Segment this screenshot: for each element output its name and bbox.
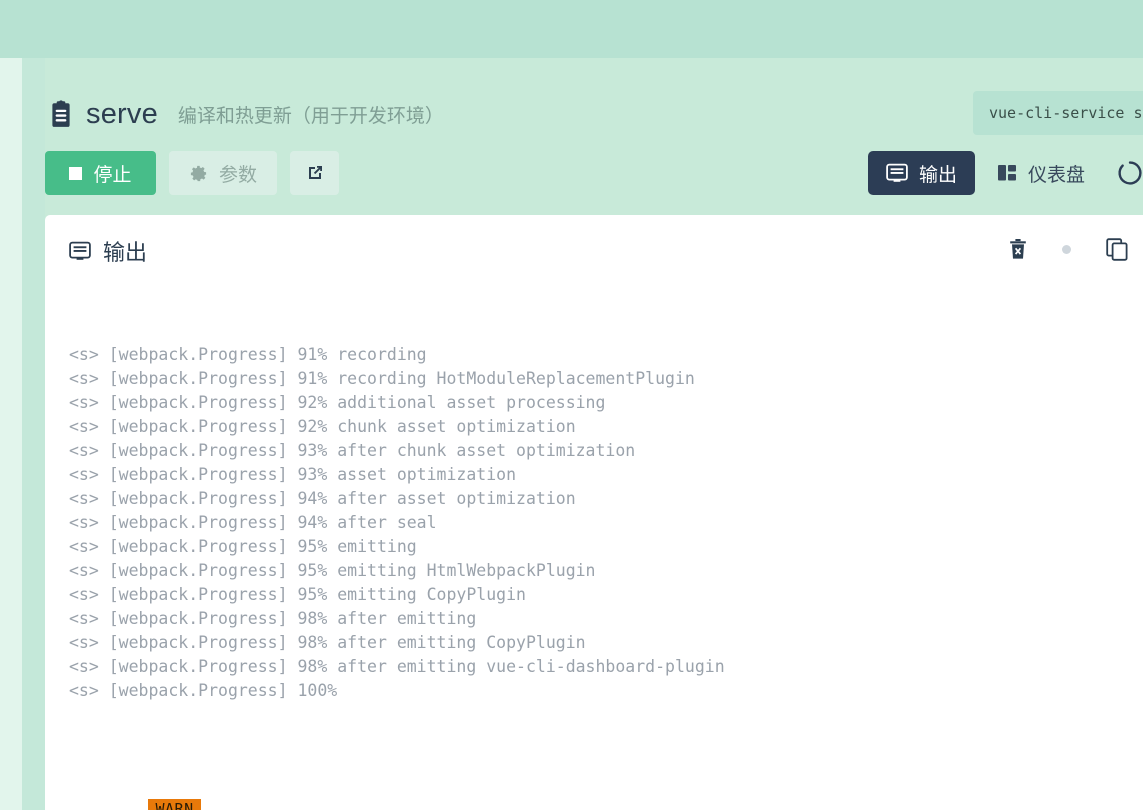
page-title: serve	[86, 97, 158, 130]
stop-button-label: 停止	[93, 164, 132, 186]
stop-square-icon	[69, 166, 83, 180]
task-description: 编译和热更新（用于开发环境）	[177, 105, 444, 127]
log-line: <s> [webpack.Progress] 93% asset optimiz…	[69, 465, 517, 484]
left-rail-outer	[0, 58, 22, 810]
log-warning: WARN Couldn't parse bundle asset "D:\实训\…	[69, 773, 1143, 810]
terminal-icon	[69, 241, 91, 261]
log-line: <s> [webpack.Progress] 98% after emittin…	[69, 633, 586, 652]
log-line: <s> [webpack.Progress] 95% emitting Copy…	[69, 585, 526, 604]
warn-badge: WARN	[148, 799, 201, 810]
view-tabs: 输出 仪表盘	[867, 151, 1143, 195]
log-line: <s> [webpack.Progress] 92% chunk asset o…	[69, 417, 576, 436]
log-line: <s> [webpack.Progress] 98% after emittin…	[69, 657, 725, 676]
params-button[interactable]: 参数	[169, 151, 278, 195]
log-line: <s> [webpack.Progress] 91% recording	[69, 345, 427, 364]
output-panel-title-label: 输出	[103, 240, 148, 265]
clipboard-list-icon	[48, 100, 74, 128]
tab-output-label: 输出	[918, 164, 957, 186]
output-card-header: 输出	[45, 215, 1143, 287]
log-line: <s> [webpack.Progress] 93% after chunk a…	[69, 441, 636, 460]
copy-icon[interactable]	[1105, 237, 1129, 261]
log-line: <s> [webpack.Progress] 95% emitting Html…	[69, 561, 596, 580]
output-log[interactable]: <s> [webpack.Progress] 91% recording <s> …	[69, 295, 1143, 810]
log-lines: <s> [webpack.Progress] 91% recording <s> …	[69, 343, 1143, 703]
output-card: 输出 <s> [webpack.Progress] 91% recording …	[45, 215, 1143, 810]
loading-spinner-icon	[1117, 160, 1143, 186]
output-panel-title: 输出	[69, 235, 147, 267]
log-line: <s> [webpack.Progress] 94% after asset o…	[69, 489, 576, 508]
open-app-button[interactable]	[290, 151, 340, 195]
task-toolbar: 停止 参数	[45, 151, 340, 195]
tab-output[interactable]: 输出	[867, 151, 975, 195]
external-link-icon	[305, 163, 325, 183]
log-line: <s> [webpack.Progress] 95% emitting	[69, 537, 417, 556]
trash-delete-icon[interactable]	[1008, 238, 1028, 260]
command-field[interactable]: vue-cli-service s	[973, 91, 1143, 135]
command-text: vue-cli-service s	[989, 104, 1143, 122]
stop-button[interactable]: 停止	[45, 151, 156, 195]
main-content-area: serve 编译和热更新（用于开发环境） vue-cli-service s 停…	[45, 58, 1143, 810]
terminal-icon	[886, 163, 908, 183]
output-card-actions	[1008, 237, 1129, 261]
tab-dashboard[interactable]: 仪表盘	[979, 151, 1103, 195]
log-line: <s> [webpack.Progress] 98% after emittin…	[69, 609, 477, 628]
params-button-label: 参数	[219, 164, 258, 186]
left-rail-inner	[22, 58, 45, 810]
dashboard-grid-icon	[997, 163, 1017, 183]
log-line: <s> [webpack.Progress] 91% recording Hot…	[69, 369, 695, 388]
log-line: <s> [webpack.Progress] 100%	[69, 681, 338, 700]
tab-dashboard-label: 仪表盘	[1027, 164, 1085, 186]
status-dot	[1062, 244, 1071, 254]
log-line: <s> [webpack.Progress] 92% additional as…	[69, 393, 606, 412]
gear-icon	[189, 164, 208, 183]
top-background-strip	[0, 0, 1143, 58]
log-line: <s> [webpack.Progress] 94% after seal	[69, 513, 437, 532]
